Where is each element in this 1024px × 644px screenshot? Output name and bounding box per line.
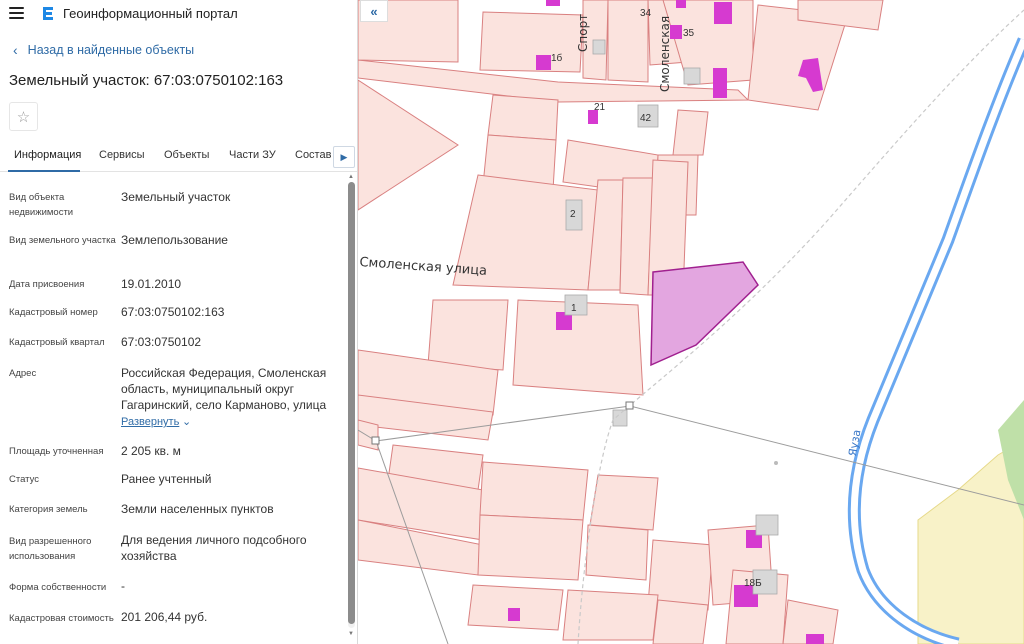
prop-value: Землепользование xyxy=(121,233,228,247)
back-link-label: Назад в найденные объекты xyxy=(27,43,195,57)
prop-value: 67:03:0750102 xyxy=(121,335,202,349)
double-chevron-left-icon: « xyxy=(370,3,378,19)
prop-value: Земли населенных пунктов xyxy=(121,502,274,516)
street-label-sport: Спорт xyxy=(576,13,590,52)
prop-label: Вид разрешенного использования xyxy=(9,536,92,562)
chevron-down-icon[interactable]: ⌄ xyxy=(182,415,191,428)
tab-composition[interactable]: Состав xyxy=(295,149,331,161)
collapse-panel-button[interactable]: « xyxy=(360,0,388,22)
house-number: 2 xyxy=(570,209,576,220)
tabs-next-button[interactable]: ▶ xyxy=(333,146,355,168)
tab-bar: Информация Сервисы Объекты Части ЗУ Сост… xyxy=(0,142,357,172)
prop-value: 2 205 кв. м xyxy=(121,444,181,458)
prop-label: Адрес xyxy=(9,368,37,379)
app-title: Геоинформационный портал xyxy=(63,5,238,21)
star-icon: ☆ xyxy=(16,108,31,126)
back-to-results-link[interactable]: ‹ Назад в найденные объекты xyxy=(13,43,194,57)
house-number: 34 xyxy=(640,8,652,19)
prop-value: - xyxy=(121,579,125,593)
tab-information[interactable]: Информация xyxy=(14,149,81,161)
prop-value: Ранее учтенный xyxy=(121,472,212,486)
prop-value: 67:03:0750102:163 xyxy=(121,305,225,319)
tab-parts[interactable]: Части ЗУ xyxy=(229,149,276,161)
tab-objects[interactable]: Объекты xyxy=(164,149,209,161)
prop-value: 19.01.2010 xyxy=(121,277,182,291)
prop-value: Земельный участок xyxy=(121,190,231,204)
prop-value: Для ведения личного подсобного хозяйства xyxy=(121,533,307,563)
prop-label: Статус xyxy=(9,474,40,485)
address-value: Российская Федерация, Смоленская область… xyxy=(121,366,327,412)
prop-label: Вид объекта недвижимости xyxy=(9,192,74,218)
prop-value: 201 206,44 руб. xyxy=(121,610,208,624)
chevron-left-icon: ‹ xyxy=(13,42,18,58)
house-number: 1б xyxy=(551,53,563,64)
prop-label: Вид земельного участка xyxy=(9,235,116,246)
scrollbar[interactable] xyxy=(348,182,355,628)
active-tab-indicator xyxy=(8,170,80,172)
tab-services[interactable]: Сервисы xyxy=(99,149,145,161)
house-number: 35 xyxy=(683,28,695,39)
info-panel: Геоинформационный портал ‹ Назад в найде… xyxy=(0,0,358,644)
prop-label: Кадастровый номер xyxy=(9,307,98,318)
expand-address-link[interactable]: Развернуть xyxy=(121,416,179,428)
scroll-down-icon[interactable]: ▼ xyxy=(348,631,354,637)
prop-label: Площадь уточненная xyxy=(9,446,104,457)
prop-label: Дата присвоения xyxy=(9,279,85,290)
prop-label: Категория земель xyxy=(9,504,88,515)
house-number: 18Б xyxy=(744,578,762,589)
house-number: 1 xyxy=(571,303,577,314)
triangle-right-icon: ▶ xyxy=(340,151,348,162)
object-title: Земельный участок: 67:03:0750102:163 xyxy=(9,72,284,89)
house-number: 42 xyxy=(640,113,652,124)
prop-label: Кадастровая стоимость xyxy=(9,613,114,624)
portal-logo-icon xyxy=(43,7,53,20)
favorite-button[interactable]: ☆ xyxy=(9,102,38,131)
map-canvas[interactable] xyxy=(358,0,1024,644)
map-point xyxy=(774,461,778,465)
scrollbar-thumb[interactable] xyxy=(348,182,355,624)
menu-icon[interactable] xyxy=(9,7,25,19)
street-label-smolenskaya-vertical: Смоленская xyxy=(658,15,672,92)
selected-parcel[interactable] xyxy=(650,261,759,367)
prop-label: Кадастровый квартал xyxy=(9,337,105,348)
house-number: 21 xyxy=(594,102,606,113)
top-bar: Геоинформационный портал xyxy=(0,0,357,26)
map-view[interactable]: Смоленская улица Смоленская Спорт Яуза 3… xyxy=(358,0,1024,644)
prop-label: Форма собственности xyxy=(9,582,107,593)
scroll-up-icon[interactable]: ▲ xyxy=(348,174,354,180)
